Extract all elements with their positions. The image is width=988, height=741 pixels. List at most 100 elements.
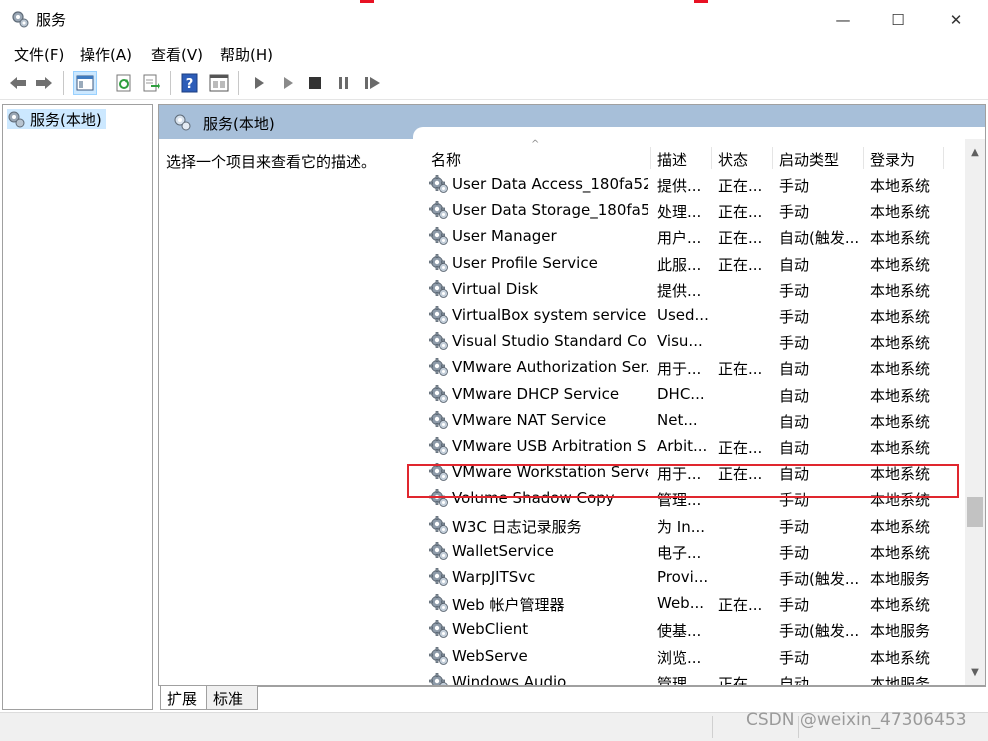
service-row[interactable]: VirtualBox system service Used... 手动 本地系统 [421,302,961,328]
maximize-button[interactable]: ☐ [870,0,926,40]
service-log-on-as: 本地系统 [870,177,931,195]
service-name: Web 帐户管理器 [452,596,565,615]
service-status: 正在... [718,360,763,379]
service-startup-type: 手动(触发... [779,570,860,588]
minimize-button[interactable]: — [815,0,871,40]
service-startup-type: 手动(触发... [779,622,860,641]
service-row[interactable]: WarpJITSvc Provi... 手动(触发... 本地服务 [421,564,961,590]
help-icon[interactable]: ? [178,71,202,95]
service-description: 此服... [657,255,702,274]
service-startup-type: 自动(触发... [779,229,860,248]
service-row[interactable]: User Profile Service 此服... 正在... 自动 本地系统 [421,250,961,276]
column-header-startup-type[interactable]: 启动类型 [779,149,839,170]
show-hide-console-tree-icon[interactable] [73,71,97,95]
tab-standard[interactable]: 标准 [206,686,258,710]
stop-service-icon[interactable] [303,71,327,95]
back-arrow-icon[interactable] [6,71,30,95]
tab-baseline [258,686,986,687]
service-row[interactable]: Virtual Disk 提供... 手动 本地系统 [421,276,961,302]
service-startup-type: 手动 [779,596,810,615]
service-name: Visual Studio Standard Coll... [452,332,648,351]
pause-service-icon[interactable] [332,71,356,95]
service-row[interactable]: User Data Access_180fa52... 提供... 正在... 手动 本… [421,171,961,197]
service-description: Arbit... [657,437,708,455]
service-row[interactable]: VMware DHCP Service DHC... 自动 本地系统 [421,381,961,407]
scroll-up-arrow-icon[interactable]: ▲ [965,143,985,161]
watermark-text: CSDN @weixin_47306453 [746,710,967,730]
forward-arrow-icon[interactable] [32,71,56,95]
service-gear-icon [429,619,449,639]
properties-icon[interactable] [207,71,231,95]
service-status: 正在... [718,596,763,615]
refresh-icon[interactable] [112,71,136,95]
menu-view[interactable]: 查看(V) [151,44,203,65]
service-row[interactable]: VMware NAT Service Net... 自动 本地系统 [421,407,961,433]
start-service-alt-icon[interactable] [276,71,300,95]
column-divider[interactable] [650,147,651,169]
column-header-description[interactable]: 描述 [657,149,687,170]
service-startup-type: 手动 [779,543,810,562]
service-gear-icon [429,436,449,456]
service-row[interactable]: VMware Authorization Ser... 用于... 正在... 自动 本… [421,354,961,380]
service-gear-icon [429,567,449,587]
service-row[interactable]: Web 帐户管理器 Web... 正在... 手动 本地系统 [421,590,961,616]
services-pane: 服务(本地) 选择一个项目来查看它的描述。 ^ 名称 描述 状态 启动类型 登录… [158,104,986,686]
close-button[interactable]: ✕ [928,0,984,40]
service-description: 浏览... [657,648,702,667]
service-row[interactable]: VMware USB Arbitration S... Arbit... 正在...… [421,433,961,459]
column-header-status[interactable]: 状态 [718,149,748,170]
column-divider[interactable] [772,147,773,169]
export-list-icon[interactable] [139,71,163,95]
service-log-on-as: 本地系统 [870,360,931,379]
column-divider[interactable] [711,147,712,169]
menu-help[interactable]: 帮助(H) [220,44,273,65]
service-row[interactable]: User Data Storage_180fa5... 处理... 正在... 手动 本… [421,197,961,223]
service-gear-icon [429,384,449,404]
service-gear-icon [429,672,449,685]
tab-extended[interactable]: 扩展 [160,686,208,710]
tree-item-services-local[interactable]: 服务(本地) [7,109,106,129]
scrollbar-thumb[interactable] [967,497,983,527]
service-startup-type: 自动 [779,439,810,457]
service-description: 提供... [657,281,702,300]
service-name: VMware Authorization Ser... [452,358,648,377]
service-gear-icon [429,174,449,194]
service-gear-icon [429,593,449,613]
scroll-down-arrow-icon[interactable]: ▼ [965,663,985,681]
service-name: VMware USB Arbitration S... [452,437,648,455]
service-row[interactable]: W3C 日志记录服务 为 In... 手动 本地系统 [421,512,961,538]
menu-file[interactable]: 文件(F) [14,44,64,65]
service-gear-icon [429,226,449,246]
toolbar-separator [170,71,171,95]
sort-ascending-icon: ^ [531,139,540,150]
service-log-on-as: 本地系统 [870,334,931,353]
restart-service-icon[interactable] [361,71,385,95]
service-startup-type: 自动 [779,386,810,405]
service-gear-icon [429,357,449,377]
column-header-name[interactable]: 名称 [431,149,461,170]
service-startup-type: 手动 [779,203,810,222]
service-row[interactable]: User Manager 用户... 正在... 自动(触发... 本地系统 [421,223,961,249]
vertical-scrollbar[interactable]: ▲ ▼ [965,139,985,685]
service-log-on-as: 本地系统 [870,308,931,326]
column-divider[interactable] [943,147,944,169]
service-name: VMware NAT Service [452,410,607,429]
start-service-icon[interactable] [247,71,271,95]
service-row[interactable]: WebServe 浏览... 手动 本地系统 [421,643,961,669]
service-name: Windows Audio [452,672,567,686]
service-row[interactable]: Windows Audio 管理... 正在... 自动 本地服务 [421,669,961,686]
service-gear-icon [429,305,449,325]
service-row[interactable]: WebClient 使基... 手动(触发... 本地服务 [421,616,961,642]
service-log-on-as: 本地系统 [870,648,931,667]
status-divider [712,716,713,738]
toolbar: ? [0,66,988,100]
menu-action[interactable]: 操作(A) [80,44,132,65]
service-log-on-as: 本地服务 [870,622,931,641]
column-divider[interactable] [863,147,864,169]
service-log-on-as: 本地系统 [870,543,931,562]
column-header-log-on-as[interactable]: 登录为 [870,149,915,170]
services-gear-icon [8,111,25,128]
service-row[interactable]: WalletService 电子... 手动 本地系统 [421,538,961,564]
service-row[interactable]: Visual Studio Standard Coll... Visu... 手动 本… [421,328,961,354]
pane-body: 选择一个项目来查看它的描述。 ^ 名称 描述 状态 启动类型 登录为 User … [159,139,985,686]
